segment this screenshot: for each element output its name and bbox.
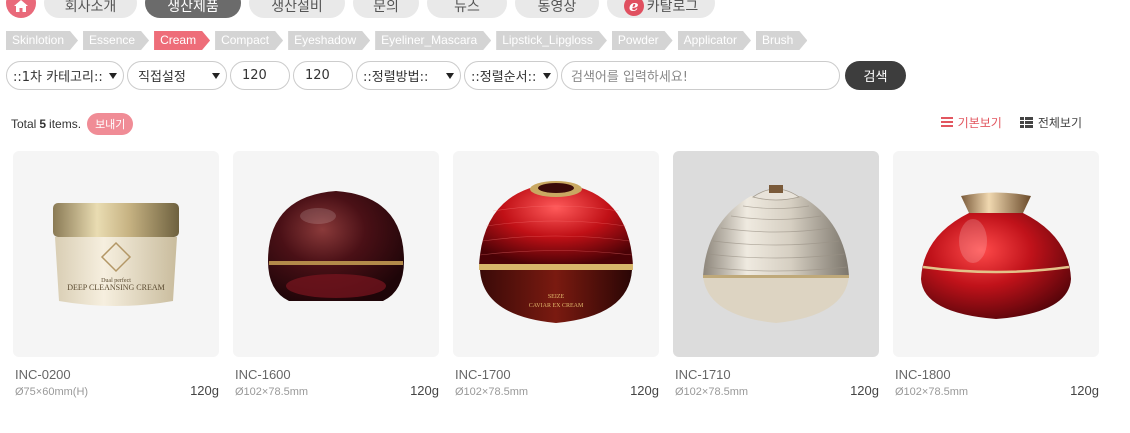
product-weight: 120g xyxy=(630,383,659,398)
product-card[interactable]: Dual perfect DEEP CLEANSING CREAM INC-02… xyxy=(13,151,219,398)
category-tab-eyeshadow[interactable]: Eyeshadow xyxy=(288,31,370,50)
product-image[interactable] xyxy=(673,151,879,357)
chevron-down-icon xyxy=(212,73,220,79)
product-weight: 120g xyxy=(190,383,219,398)
product-code: INC-1600 xyxy=(235,367,291,382)
product-code: INC-0200 xyxy=(15,367,71,382)
product-card[interactable]: INC-1710 Ø102×78.5mm 120g xyxy=(673,151,879,398)
category-tab-lipstick-lipgloss[interactable]: Lipstick_Lipgloss xyxy=(496,31,607,50)
product-size: Ø102×78.5mm xyxy=(455,386,529,398)
nav-item-catalog[interactable]: e 카탈로그 xyxy=(607,0,715,18)
all-view-label: 전체보기 xyxy=(1037,116,1082,130)
total-count: Total 5 items. 보내기 xyxy=(11,113,134,135)
product-weight: 120g xyxy=(850,383,879,398)
product-weight: 120g xyxy=(1070,383,1099,398)
view-toggle: 기본보기 전체보기 xyxy=(940,114,1082,131)
chevron-down-icon xyxy=(446,73,454,79)
product-image[interactable]: Dual perfect DEEP CLEANSING CREAM xyxy=(13,151,219,357)
nav-item-products[interactable]: 생산제품 xyxy=(145,0,241,18)
basic-view-button[interactable]: 기본보기 xyxy=(940,114,1002,131)
total-suffix: items. xyxy=(49,117,82,131)
category-tab-eyeliner-mascara[interactable]: Eyeliner_Mascara xyxy=(375,31,491,50)
grid-icon xyxy=(1019,117,1033,128)
product-card[interactable]: INC-1800 Ø102×78.5mm 120g xyxy=(893,151,1099,398)
sort-order-select-value: ::정렬순서:: xyxy=(471,70,537,85)
product-card[interactable]: SEIZE CAVIAR EX CREAM INC-1700 Ø102×78.5… xyxy=(453,151,659,398)
home-icon xyxy=(14,0,28,12)
catalog-e-icon: e xyxy=(623,0,644,16)
width-input[interactable]: 120 xyxy=(230,61,290,90)
search-input[interactable]: 검색어를 입력하세요! xyxy=(561,61,840,90)
category1-select[interactable]: ::1차 카테고리:: xyxy=(6,61,124,90)
product-size: Ø75×60mm(H) xyxy=(15,386,89,398)
sort-order-select[interactable]: ::정렬순서:: xyxy=(464,61,558,90)
size-mode-select-value: 직접설정 xyxy=(138,70,186,85)
list-icon xyxy=(940,117,953,128)
category-tab-cream[interactable]: Cream xyxy=(154,31,210,50)
home-button[interactable] xyxy=(6,0,36,18)
nav-item-catalog-label: 카탈로그 xyxy=(646,0,699,15)
category-tab-essence[interactable]: Essence xyxy=(83,31,149,50)
category-tab-brush[interactable]: Brush xyxy=(756,31,807,50)
category-tab-compact[interactable]: Compact xyxy=(215,31,283,50)
nav-item-inquiry[interactable]: 문의 xyxy=(353,0,419,18)
product-label-line1: CAVIAR EX CREAM xyxy=(529,303,584,309)
product-label-line2: SEIZE xyxy=(548,294,565,300)
basic-view-label: 기본보기 xyxy=(957,116,1002,130)
nav-item-facilities[interactable]: 생산설비 xyxy=(249,0,345,18)
product-size: Ø102×78.5mm xyxy=(895,386,969,398)
sort-method-select-value: ::정렬방법:: xyxy=(363,70,429,85)
filter-bar: ::1차 카테고리:: 직접설정 120 120 ::정렬방법:: ::정렬순서… xyxy=(6,61,906,90)
product-code: INC-1710 xyxy=(675,367,731,382)
product-grid: Dual perfect DEEP CLEANSING CREAM INC-02… xyxy=(13,151,1099,398)
send-button[interactable]: 보내기 xyxy=(87,113,134,135)
category-tab-skinlotion[interactable]: Skinlotion xyxy=(6,31,78,50)
nav-item-company[interactable]: 회사소개 xyxy=(44,0,137,18)
total-number: 5 xyxy=(39,117,47,131)
chevron-down-icon xyxy=(543,73,551,79)
category-tab-applicator[interactable]: Applicator xyxy=(678,31,751,50)
sort-method-select[interactable]: ::정렬방법:: xyxy=(356,61,461,90)
product-size: Ø102×78.5mm xyxy=(675,386,749,398)
product-size: Ø102×78.5mm xyxy=(235,386,309,398)
category-tabs: Skinlotion Essence Cream Compact Eyeshad… xyxy=(6,31,807,50)
nav-item-video[interactable]: 동영상 xyxy=(515,0,599,18)
category-tab-powder[interactable]: Powder xyxy=(612,31,673,50)
total-prefix: Total xyxy=(11,117,37,131)
product-code: INC-1800 xyxy=(895,367,951,382)
size-mode-select[interactable]: 직접설정 xyxy=(127,61,227,90)
all-view-button[interactable]: 전체보기 xyxy=(1019,114,1082,131)
product-image[interactable]: SEIZE CAVIAR EX CREAM xyxy=(453,151,659,357)
product-label-line1: DEEP CLEANSING CREAM xyxy=(67,283,164,292)
chevron-down-icon xyxy=(109,73,117,79)
product-weight: 120g xyxy=(410,383,439,398)
category1-select-value: ::1차 카테고리:: xyxy=(13,70,103,85)
nav-item-news[interactable]: 뉴스 xyxy=(427,0,507,18)
product-image[interactable] xyxy=(893,151,1099,357)
top-nav: 회사소개 생산제품 생산설비 문의 뉴스 동영상 e 카탈로그 xyxy=(6,0,715,18)
height-input[interactable]: 120 xyxy=(293,61,353,90)
product-code: INC-1700 xyxy=(455,367,511,382)
product-card[interactable]: INC-1600 Ø102×78.5mm 120g xyxy=(233,151,439,398)
search-button[interactable]: 검색 xyxy=(845,61,906,90)
product-image[interactable] xyxy=(233,151,439,357)
